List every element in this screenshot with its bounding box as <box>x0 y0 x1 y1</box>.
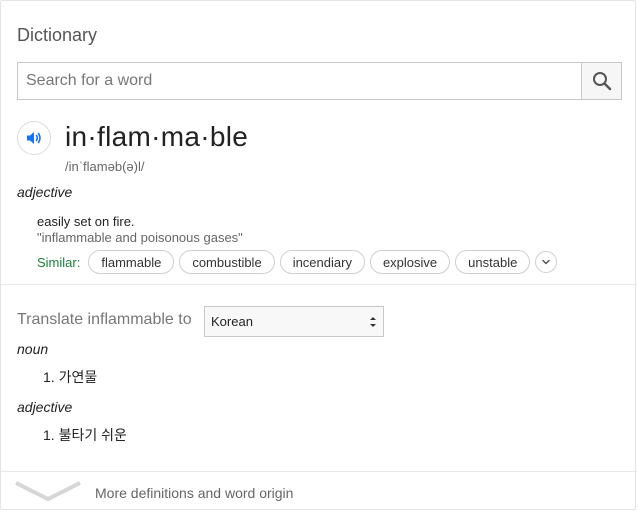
definition-text: easily set on fire. <box>37 214 135 229</box>
more-definitions-label: More definitions and word origin <box>95 485 294 501</box>
language-select[interactable]: Korean <box>204 306 384 337</box>
similar-chip[interactable]: explosive <box>369 250 451 274</box>
search-input[interactable] <box>18 63 581 99</box>
panel-title: Dictionary <box>17 25 98 45</box>
dictionary-card: Dictionary in·flam·ma·ble /inˈflaməb(ə)l… <box>0 0 637 511</box>
similar-chip[interactable]: incendiary <box>279 250 365 274</box>
search-icon <box>592 72 611 91</box>
more-definitions-link[interactable]: More definitions and word origin <box>1 473 637 511</box>
select-arrows-icon <box>370 317 376 327</box>
similar-words-row: Similar: flammable combustible incendiar… <box>37 250 558 274</box>
search-box <box>17 62 622 100</box>
similar-chip[interactable]: unstable <box>455 250 531 274</box>
pronunciation-button[interactable] <box>17 121 51 155</box>
expand-similar-button[interactable] <box>535 251 558 273</box>
translation-pos: adjective <box>17 399 73 415</box>
phonetic-transcription: /inˈflaməb(ə)l/ <box>65 159 145 174</box>
similar-chip[interactable]: flammable <box>88 250 175 274</box>
similar-chip[interactable]: combustible <box>179 250 275 274</box>
chevron-down-icon <box>542 259 551 265</box>
selected-language: Korean <box>211 314 253 329</box>
similar-label: Similar: <box>37 254 81 270</box>
translation-pos: noun <box>17 341 49 357</box>
part-of-speech: adjective <box>17 184 73 200</box>
translation-item: 1. 불타기 쉬운 <box>43 427 127 443</box>
example-sentence: "inflammable and poisonous gases" <box>37 230 243 245</box>
search-button[interactable] <box>581 63 621 99</box>
headword: in·flam·ma·ble <box>65 121 249 152</box>
speaker-icon <box>27 132 41 144</box>
translate-label: Translate inflammable to <box>17 311 192 328</box>
translation-item: 1. 가연물 <box>43 369 98 385</box>
chevron-down-icon <box>15 481 81 501</box>
footer-divider <box>1 471 637 472</box>
section-divider <box>1 284 637 285</box>
